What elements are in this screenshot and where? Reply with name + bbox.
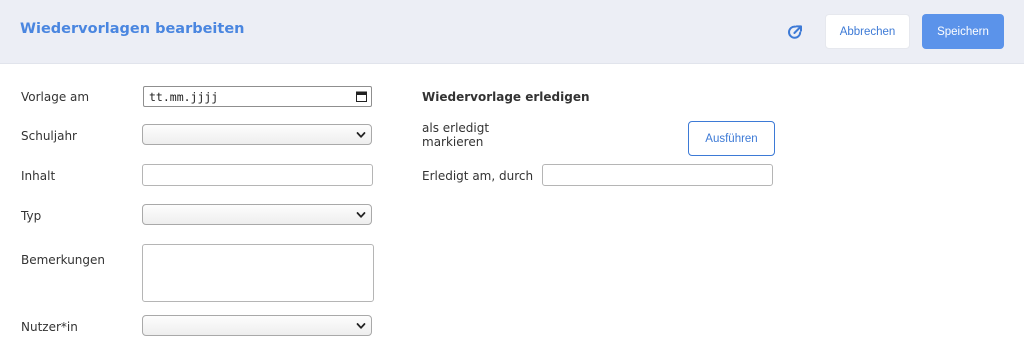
inhalt-label: Inhalt xyxy=(21,169,56,183)
header-bar: Wiedervorlagen bearbeiten Abbrechen Spei… xyxy=(0,0,1024,64)
save-button[interactable]: Speichern xyxy=(922,14,1004,49)
schuljahr-select[interactable] xyxy=(142,124,372,145)
bemerkungen-label: Bemerkungen xyxy=(21,253,106,267)
nutzer-label: Nutzer*in xyxy=(21,320,78,334)
chevron-down-icon xyxy=(356,323,366,329)
bemerkungen-textarea[interactable] xyxy=(142,244,374,302)
chevron-down-icon xyxy=(356,212,366,218)
inhalt-input[interactable] xyxy=(142,164,373,186)
typ-select[interactable] xyxy=(142,204,372,225)
page-title: Wiedervorlagen bearbeiten xyxy=(20,21,245,37)
mark-done-label: als erledigt markieren xyxy=(422,121,489,149)
mark-done-label-line2: markieren xyxy=(422,135,484,149)
mark-done-label-line1: als erledigt xyxy=(422,121,490,135)
execute-button[interactable]: Ausführen xyxy=(688,121,775,156)
vorlage-am-label: Vorlage am xyxy=(21,90,90,104)
erledigt-am-label: Erledigt am, durch xyxy=(422,169,534,183)
calendar-icon[interactable] xyxy=(356,91,367,102)
erledigt-am-input[interactable] xyxy=(542,164,773,186)
typ-label: Typ xyxy=(21,209,42,223)
date-placeholder: tt.mm.jjjj xyxy=(149,90,219,104)
chevron-down-icon xyxy=(356,132,366,138)
vorlage-am-date-input[interactable]: tt.mm.jjjj xyxy=(143,86,372,107)
nutzer-select[interactable] xyxy=(142,315,372,336)
schuljahr-label: Schuljahr xyxy=(21,129,77,143)
external-link-icon[interactable] xyxy=(786,23,804,41)
erledigen-section-title: Wiedervorlage erledigen xyxy=(422,90,590,104)
cancel-button[interactable]: Abbrechen xyxy=(825,14,910,49)
